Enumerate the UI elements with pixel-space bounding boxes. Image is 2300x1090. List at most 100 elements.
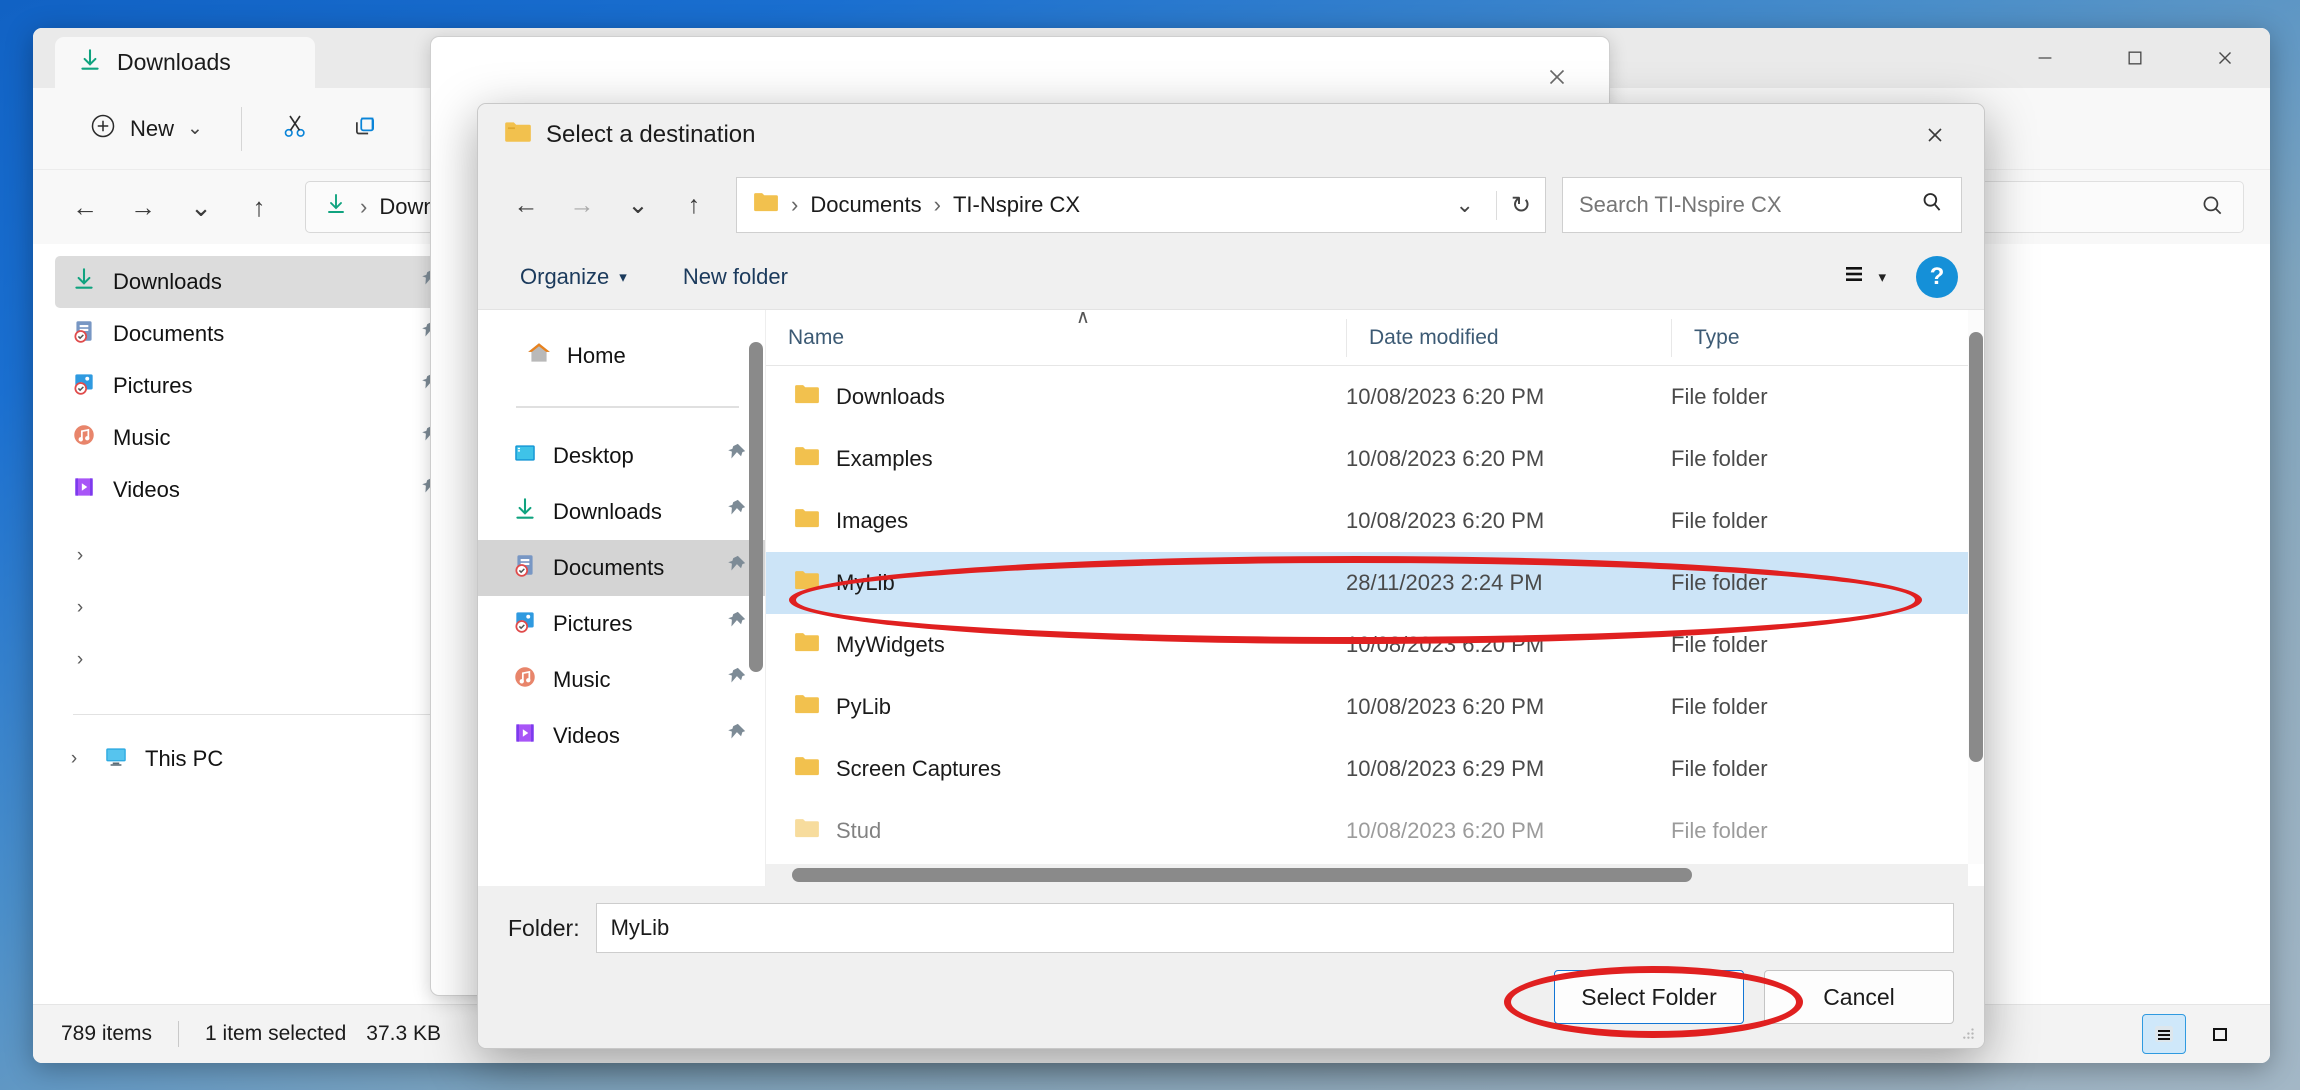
dialog-sidebar-item-music[interactable]: Music xyxy=(478,652,765,708)
column-header-type[interactable]: Type xyxy=(1671,318,1911,357)
dialog-address-bar[interactable]: › Documents › TI-Nspire CX ⌄ ↻ xyxy=(736,177,1546,233)
dialog-sidebar-item-downloads[interactable]: Downloads xyxy=(478,484,765,540)
folder-icon xyxy=(794,817,820,845)
explorer-tree-rows: › › › xyxy=(33,530,473,686)
explorer-tab-downloads[interactable]: Downloads xyxy=(55,37,315,88)
folder-icon xyxy=(794,693,820,721)
breadcrumb-segment-ti-nspire-cx[interactable]: TI-Nspire CX xyxy=(953,192,1080,218)
chevron-right-icon[interactable]: › xyxy=(67,597,93,619)
minimize-button[interactable] xyxy=(2000,28,2090,88)
table-row[interactable]: Screen Captures 10/08/2023 6:29 PM File … xyxy=(766,738,1984,800)
pin-icon[interactable] xyxy=(725,498,747,526)
new-button[interactable]: New ⌄ xyxy=(71,103,221,155)
large-icons-view-icon[interactable] xyxy=(2198,1014,2242,1054)
tree-expander-row[interactable]: › xyxy=(33,582,473,634)
view-options-icon xyxy=(1840,262,1868,292)
explorer-sidebar: Downloads Documents Pictures Music Video… xyxy=(33,244,473,1004)
folder-name-input[interactable]: MyLib xyxy=(595,903,1954,953)
recent-locations-button[interactable]: ⌄ xyxy=(175,181,227,233)
dialog-forward-button[interactable]: → xyxy=(556,180,608,230)
dialog-close-button[interactable] xyxy=(1906,112,1964,158)
refresh-icon[interactable]: ↻ xyxy=(1495,190,1531,220)
downloads-icon xyxy=(324,192,348,222)
dialog-sidebar-item-label: Music xyxy=(553,667,611,692)
new-folder-button[interactable]: New folder xyxy=(667,253,804,301)
chevron-down-icon: ▾ xyxy=(619,268,627,286)
new-button-label: New xyxy=(130,115,175,141)
details-view-icon[interactable] xyxy=(2142,1014,2186,1054)
dialog-back-button[interactable]: ← xyxy=(500,180,552,230)
dialog-sidebar-scrollbar[interactable] xyxy=(749,342,763,672)
column-header-name[interactable]: Name xyxy=(766,319,1346,357)
music-icon xyxy=(512,664,538,696)
dialog-search-input[interactable]: Search TI-Nspire CX xyxy=(1579,192,1782,218)
back-button[interactable]: ← xyxy=(59,181,111,233)
column-header-date-modified[interactable]: Date modified xyxy=(1346,318,1671,357)
tree-expander-row[interactable]: › xyxy=(33,530,473,582)
maximize-button[interactable] xyxy=(2090,28,2180,88)
dialog-sidebar: Home Desktop Downloads Documents Picture… xyxy=(478,310,766,886)
dialog-up-button[interactable]: ↑ xyxy=(668,180,720,230)
copy-button[interactable] xyxy=(332,103,398,155)
organize-label: Organize xyxy=(520,263,610,289)
chevron-right-icon[interactable]: › xyxy=(67,649,93,671)
file-name: Downloads xyxy=(836,384,945,409)
documents-icon xyxy=(71,318,97,350)
table-row-selected[interactable]: MyLib 28/11/2023 2:24 PM File folder xyxy=(766,552,1984,614)
dialog-recent-locations-button[interactable]: ⌄ xyxy=(612,180,664,230)
sidebar-item-documents[interactable]: Documents xyxy=(55,308,457,360)
cut-button[interactable] xyxy=(262,103,328,155)
select-folder-button[interactable]: Select Folder xyxy=(1554,970,1744,1024)
folder-icon xyxy=(794,631,820,659)
pin-icon[interactable] xyxy=(725,666,747,694)
pin-icon[interactable] xyxy=(725,554,747,582)
table-row[interactable]: Examples 10/08/2023 6:20 PM File folder xyxy=(766,428,1984,490)
cancel-button[interactable]: Cancel xyxy=(1764,970,1954,1024)
sidebar-item-videos[interactable]: Videos xyxy=(55,464,457,516)
table-row[interactable]: MyWidgets 10/08/2023 6:20 PM File folder xyxy=(766,614,1984,676)
help-button[interactable]: ? xyxy=(1916,255,1958,298)
scrollbar-thumb[interactable] xyxy=(1969,332,1983,762)
folder-icon xyxy=(504,120,532,151)
resize-grip-icon[interactable] xyxy=(1962,1026,1976,1040)
file-date-modified: 10/08/2023 6:20 PM xyxy=(1346,508,1545,533)
search-icon[interactable] xyxy=(1919,189,1945,221)
dialog-search-box[interactable]: Search TI-Nspire CX xyxy=(1562,177,1962,233)
view-options-button[interactable]: ▾ xyxy=(1824,253,1902,301)
organize-button[interactable]: Organize ▾ xyxy=(504,253,643,301)
dialog-sidebar-item-videos[interactable]: Videos xyxy=(478,708,765,764)
sidebar-item-pictures[interactable]: Pictures xyxy=(55,360,457,412)
secondary-window-close-button[interactable] xyxy=(1527,51,1587,103)
close-button[interactable] xyxy=(2180,28,2270,88)
file-list-vertical-scrollbar[interactable] xyxy=(1968,310,1984,864)
sidebar-divider xyxy=(73,714,433,715)
breadcrumb-dropdown-icon[interactable]: ⌄ xyxy=(1445,192,1483,218)
table-row[interactable]: Downloads 10/08/2023 6:20 PM File folder xyxy=(766,366,1984,428)
breadcrumb-segment-documents[interactable]: Documents xyxy=(810,192,921,218)
scrollbar-thumb[interactable] xyxy=(792,868,1692,882)
sidebar-item-music[interactable]: Music xyxy=(55,412,457,464)
dialog-sidebar-item-documents[interactable]: Documents xyxy=(478,540,765,596)
sidebar-item-label: Music xyxy=(113,425,171,450)
dialog-sidebar-item-pictures[interactable]: Pictures xyxy=(478,596,765,652)
forward-button[interactable]: → xyxy=(117,181,169,233)
status-selection: 1 item selected xyxy=(205,1022,347,1045)
up-button[interactable]: ↑ xyxy=(233,181,285,233)
sidebar-item-label: Videos xyxy=(113,477,180,502)
dialog-sidebar-item-home[interactable]: Home xyxy=(478,328,765,384)
chevron-right-icon[interactable]: › xyxy=(67,545,93,567)
chevron-right-icon[interactable]: › xyxy=(61,748,87,770)
sidebar-item-downloads[interactable]: Downloads xyxy=(55,256,457,308)
tree-expander-row[interactable]: › xyxy=(33,634,473,686)
pin-icon[interactable] xyxy=(725,442,747,470)
dialog-sidebar-item-desktop[interactable]: Desktop xyxy=(478,428,765,484)
pin-icon[interactable] xyxy=(725,610,747,638)
pin-icon[interactable] xyxy=(725,722,747,750)
file-list-horizontal-scrollbar[interactable] xyxy=(766,864,1968,886)
table-row[interactable]: Images 10/08/2023 6:20 PM File folder xyxy=(766,490,1984,552)
ribbon-divider xyxy=(240,106,242,151)
table-row[interactable]: Stud 10/08/2023 6:20 PM File folder xyxy=(766,800,1984,862)
file-name: Stud xyxy=(836,818,882,843)
sidebar-item-this-pc[interactable]: › This PC xyxy=(55,733,457,785)
table-row[interactable]: PyLib 10/08/2023 6:20 PM File folder xyxy=(766,676,1984,738)
